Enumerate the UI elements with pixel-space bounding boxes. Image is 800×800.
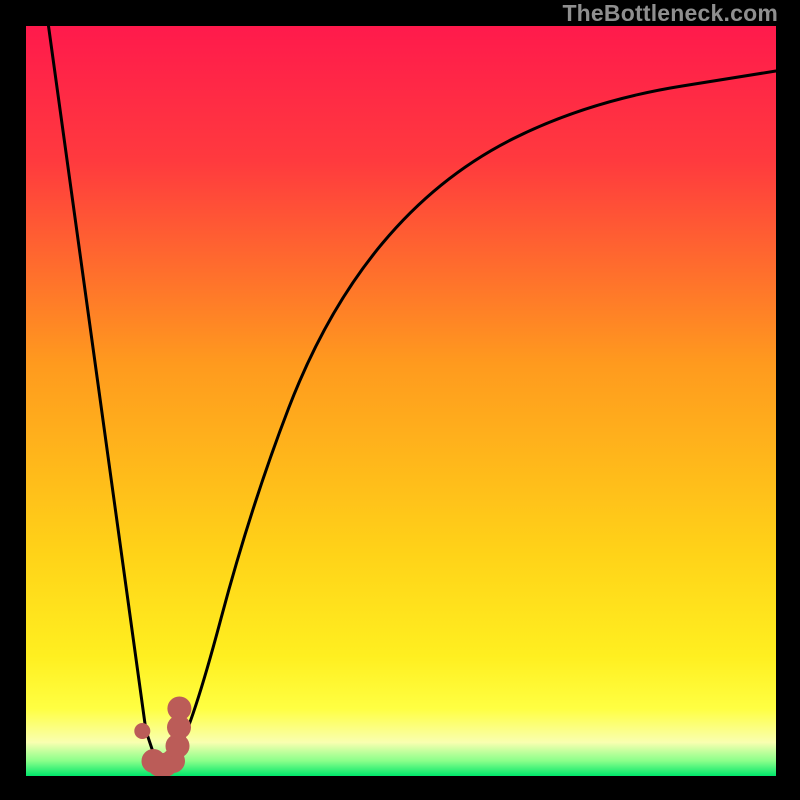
gradient-background: [26, 26, 776, 776]
chart-svg: [26, 26, 776, 776]
marker-point: [167, 697, 191, 721]
chart-frame: TheBottleneck.com: [0, 0, 800, 800]
marker-point: [134, 723, 150, 739]
watermark-text: TheBottleneck.com: [562, 0, 778, 27]
plot-area: [26, 26, 776, 776]
